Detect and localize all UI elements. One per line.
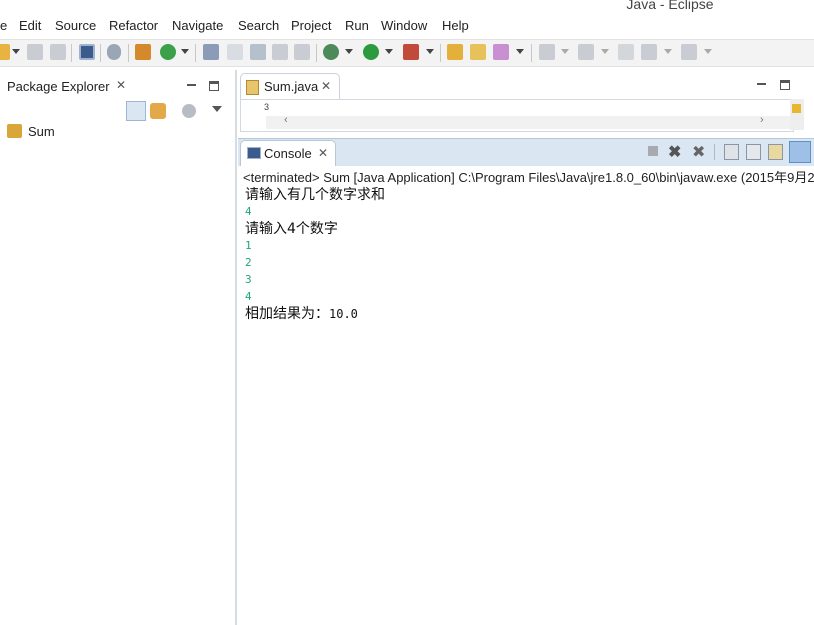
main-toolbar	[0, 39, 814, 67]
collapse-all-icon[interactable]	[126, 101, 146, 121]
minimize-icon[interactable]	[187, 80, 196, 86]
forward-icon[interactable]	[681, 44, 697, 60]
show-console-icon[interactable]	[789, 141, 811, 163]
toolbar-separator	[316, 44, 317, 62]
view-menu-icon[interactable]	[212, 106, 222, 112]
annotation-icon[interactable]	[493, 44, 509, 60]
console-result-line: 相加结果为：10.0	[245, 303, 358, 323]
toolbar-separator	[195, 44, 196, 62]
java-project-icon	[7, 124, 22, 138]
last-edit-location-icon[interactable]	[618, 44, 634, 60]
toolbar-separator	[531, 44, 532, 62]
link-with-editor-icon[interactable]	[150, 103, 166, 119]
window-title: Java - Eclipse	[626, 0, 714, 12]
scroll-lock-icon[interactable]	[746, 144, 761, 160]
tree-item-label: Sum	[28, 124, 55, 139]
pencil-icon[interactable]	[227, 44, 243, 60]
previous-annotation-dropdown-icon[interactable]	[601, 49, 609, 54]
console-input-line: 4	[245, 290, 252, 303]
maximize-icon[interactable]	[209, 81, 219, 91]
menu-refactor[interactable]: Refactor	[109, 18, 158, 33]
terminate-icon[interactable]	[648, 146, 658, 156]
editor-tab-label: Sum.java	[264, 79, 319, 94]
forward-dropdown-icon[interactable]	[704, 49, 712, 54]
new-java-project-icon[interactable]	[135, 44, 151, 60]
package-explorer-panel: Package Explorer ✕ Sum	[0, 70, 235, 625]
open-folder-icon[interactable]	[470, 44, 486, 60]
console-output-line: 请输入有几个数字求和	[245, 187, 385, 203]
editor-visible-text: 3	[264, 102, 270, 112]
close-icon[interactable]: ✕	[318, 146, 328, 160]
minimize-icon[interactable]	[757, 79, 766, 85]
debug-icon[interactable]	[323, 44, 339, 60]
toolbar-separator	[100, 44, 101, 62]
next-annotation-dropdown-icon[interactable]	[561, 49, 569, 54]
result-value: 10.0	[329, 307, 358, 321]
clear-console-icon[interactable]	[724, 144, 739, 160]
menu-source[interactable]: Source	[55, 18, 96, 33]
close-icon[interactable]: ✕	[116, 78, 126, 92]
maximize-icon[interactable]	[780, 80, 790, 90]
overview-marker-icon[interactable]	[792, 104, 801, 113]
console-input-line: 2	[245, 256, 252, 269]
java-file-icon	[246, 80, 259, 95]
skip-breakpoints-icon[interactable]	[107, 44, 121, 60]
save-all-icon[interactable]	[50, 44, 66, 60]
console-tab-label: Console	[264, 146, 312, 161]
back-icon[interactable]	[641, 44, 657, 60]
open-project-icon[interactable]	[447, 44, 463, 60]
menu-file[interactable]: e	[0, 18, 7, 33]
panel-divider[interactable]	[235, 70, 237, 625]
toolbar-separator	[128, 44, 129, 62]
back-dropdown-icon[interactable]	[664, 49, 672, 54]
console-input-line: 4	[245, 205, 252, 218]
console-icon	[247, 147, 261, 159]
menu-navigate[interactable]: Navigate	[172, 18, 223, 33]
open-console-icon[interactable]	[79, 44, 95, 60]
remove-launch-icon[interactable]: ✖	[668, 142, 681, 162]
run-dropdown-icon[interactable]	[385, 49, 393, 54]
search-icon[interactable]	[250, 44, 266, 60]
external-tools-dropdown-icon[interactable]	[426, 49, 434, 54]
menu-project[interactable]: Project	[291, 18, 331, 33]
editor-tab-sum-java[interactable]: Sum.java ✕	[240, 73, 340, 100]
package-explorer-title[interactable]: Package Explorer	[7, 79, 110, 94]
menu-run[interactable]: Run	[345, 18, 369, 33]
new-dropdown-icon[interactable]	[12, 49, 20, 54]
annotation-dropdown-icon[interactable]	[516, 49, 524, 54]
toolbar-separator	[71, 44, 72, 62]
new-class-icon[interactable]	[160, 44, 176, 60]
external-tools-icon[interactable]	[403, 44, 419, 60]
menu-window[interactable]: Window	[381, 18, 427, 33]
menu-help[interactable]: Help	[442, 18, 469, 33]
new-icon[interactable]	[0, 44, 10, 60]
toolbar-separator	[714, 144, 715, 160]
console-input-line: 3	[245, 273, 252, 286]
save-icon[interactable]	[27, 44, 43, 60]
close-icon[interactable]: ✕	[321, 79, 331, 93]
next-annotation-icon[interactable]	[539, 44, 555, 60]
toggle-mark-icon[interactable]	[272, 44, 288, 60]
show-whitespace-icon[interactable]	[294, 44, 310, 60]
run-icon[interactable]	[363, 44, 379, 60]
console-tab[interactable]: Console ✕	[240, 140, 336, 167]
open-type-icon[interactable]	[203, 44, 219, 60]
scroll-left-icon[interactable]: ‹	[284, 114, 288, 126]
menu-edit[interactable]: Edit	[19, 18, 41, 33]
console-output-line: 请输入4个数字	[245, 221, 338, 237]
editor-vertical-scrollbar[interactable]	[790, 99, 804, 130]
focus-icon[interactable]	[182, 104, 196, 118]
debug-dropdown-icon[interactable]	[345, 49, 353, 54]
remove-all-terminated-icon[interactable]: ✖	[692, 142, 705, 162]
menu-bar: e Edit Source Refactor Navigate Search P…	[0, 14, 814, 38]
word-wrap-icon[interactable]	[768, 144, 783, 160]
new-class-dropdown-icon[interactable]	[181, 49, 189, 54]
menu-search[interactable]: Search	[238, 18, 279, 33]
result-label: 相加结果为：	[245, 306, 329, 322]
editor-horizontal-scrollbar[interactable]: ‹ ›	[266, 114, 790, 129]
console-input-line: 1	[245, 239, 252, 252]
scroll-right-icon[interactable]: ›	[760, 114, 764, 126]
toolbar-separator	[440, 44, 441, 62]
previous-annotation-icon[interactable]	[578, 44, 594, 60]
